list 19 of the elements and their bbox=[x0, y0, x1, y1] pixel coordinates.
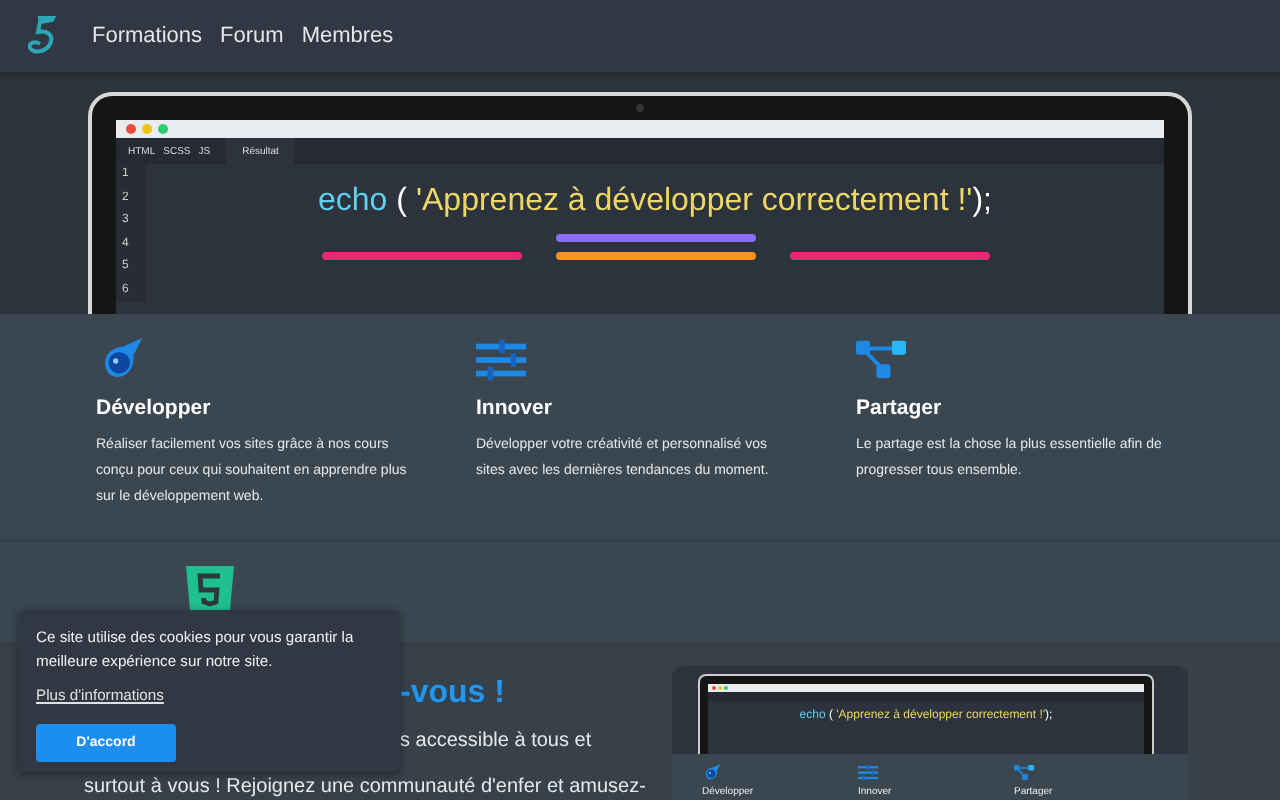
body-text: s accessible à tous et bbox=[400, 730, 592, 752]
feature-title: Partager bbox=[856, 396, 944, 420]
logo-icon[interactable] bbox=[28, 16, 56, 56]
connected-squares-icon bbox=[856, 338, 906, 384]
window-control-dot[interactable] bbox=[126, 124, 136, 134]
sliders-icon bbox=[476, 338, 526, 384]
feature-title: Innover bbox=[476, 396, 554, 420]
nav-link[interactable]: Forum bbox=[218, 20, 286, 52]
window-control-dot[interactable] bbox=[142, 124, 152, 134]
comet-icon bbox=[702, 764, 722, 782]
nav-link[interactable]: Membres bbox=[299, 20, 396, 52]
sliders-icon bbox=[858, 764, 878, 782]
code-line: echo ( 'Apprenez à développer correctement !'); bbox=[318, 184, 992, 220]
connected-squares-icon bbox=[1014, 764, 1034, 782]
window-control-dot[interactable] bbox=[158, 124, 168, 134]
nav-link[interactable]: Formations bbox=[90, 20, 205, 52]
body-text: surtout à vous ! Rejoignez une communauté d'enfer et amusez- bbox=[84, 776, 646, 798]
section-heading: -vous ! bbox=[400, 676, 505, 712]
feature-title: Développer bbox=[96, 396, 213, 420]
